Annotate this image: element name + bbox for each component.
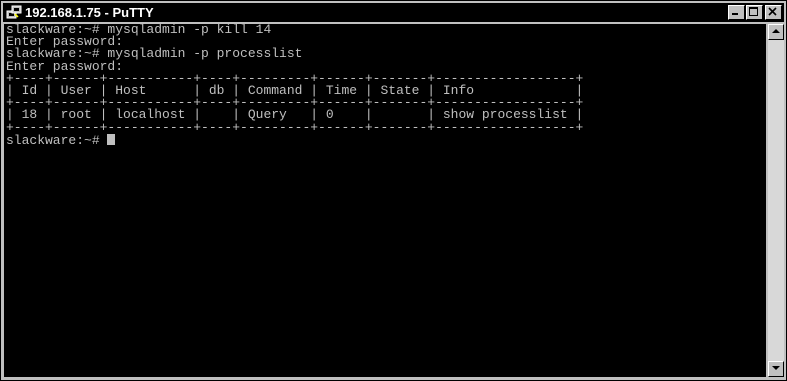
arrow-up-icon <box>772 29 780 33</box>
arrow-down-icon <box>772 366 780 370</box>
scroll-up-button[interactable] <box>768 24 784 40</box>
putty-window: 192.168.1.75 - PuTTY slackware:~# mysqla… <box>0 0 787 381</box>
terminal-area[interactable]: slackware:~# mysqladmin -p kill 14 Enter… <box>4 24 766 377</box>
putty-app-icon[interactable] <box>6 5 22 20</box>
shell-prompt: slackware:~# <box>6 132 108 148</box>
maximize-button[interactable] <box>746 5 763 20</box>
close-button[interactable] <box>765 5 782 20</box>
close-icon <box>768 7 777 16</box>
vertical-scrollbar[interactable] <box>768 24 784 377</box>
minimize-button[interactable] <box>728 5 745 20</box>
window-title: 192.168.1.75 - PuTTY <box>25 5 154 20</box>
minimize-icon <box>732 13 738 15</box>
scroll-down-button[interactable] <box>768 361 784 377</box>
maximize-icon <box>749 7 758 16</box>
title-bar[interactable]: 192.168.1.75 - PuTTY <box>3 3 784 22</box>
caption-buttons <box>727 5 782 20</box>
terminal-output: slackware:~# mysqladmin -p kill 14 Enter… <box>4 24 766 147</box>
text-cursor <box>107 133 116 145</box>
